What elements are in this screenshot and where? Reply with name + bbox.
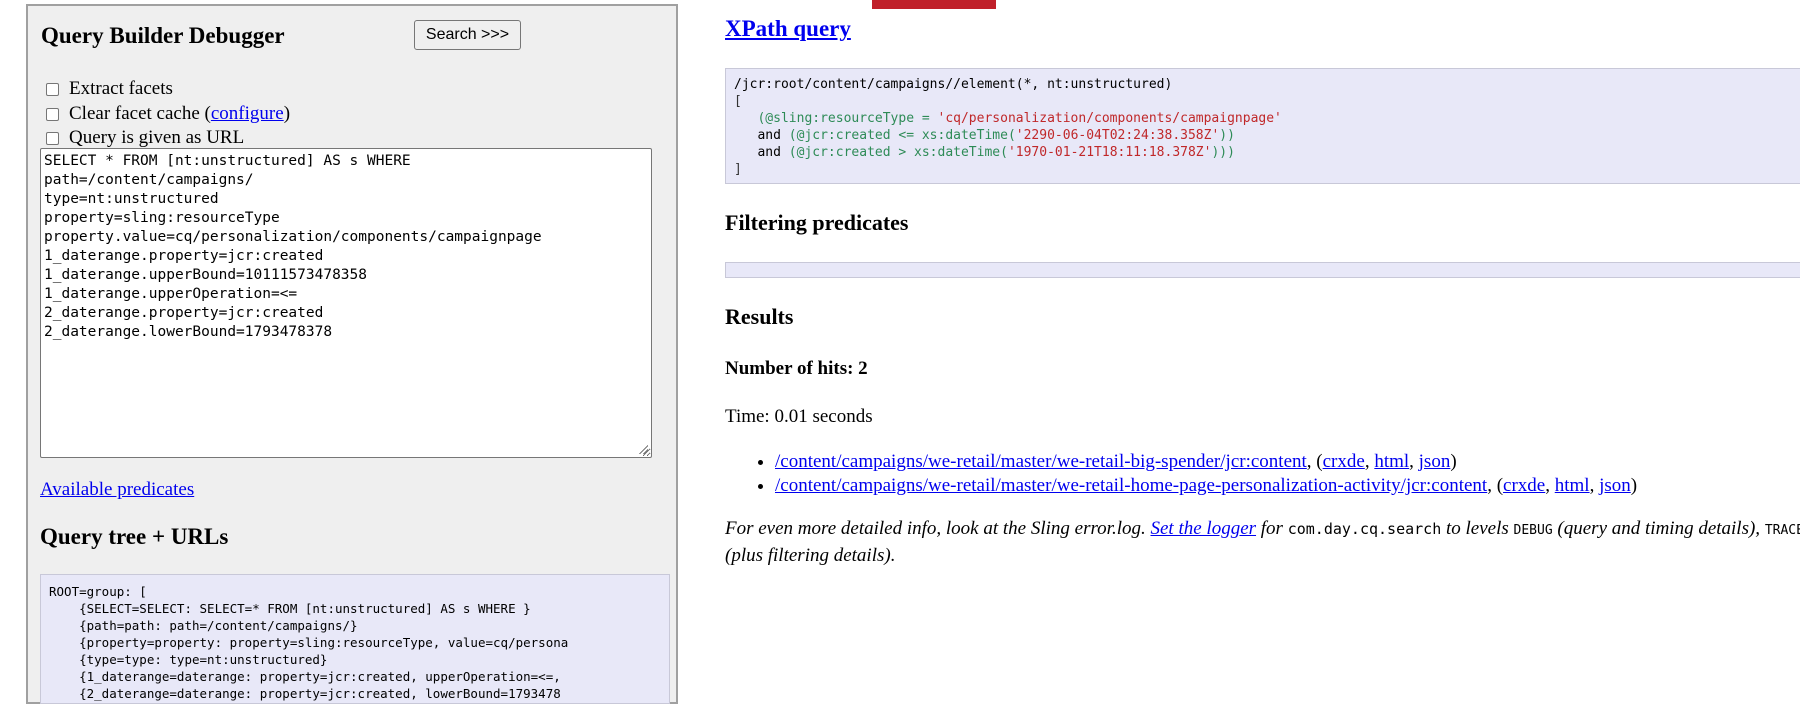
query-time: Time: 0.01 seconds bbox=[725, 406, 873, 427]
extract-facets-option: Extract facets bbox=[46, 78, 173, 100]
list-item: /content/campaigns/we-retail/master/we-r… bbox=[775, 450, 1637, 474]
trace-level: TRACE bbox=[1764, 523, 1800, 538]
query-line: path=/content/campaigns/ bbox=[44, 172, 254, 188]
query-line: 2_daterange.lowerBound=1793478378 bbox=[44, 324, 333, 340]
xpath-query-link[interactable]: XPath query bbox=[725, 16, 851, 42]
query-line: 2_daterange.property=jcr:created bbox=[44, 305, 324, 321]
query-as-url-label: Query is given as URL bbox=[69, 127, 245, 148]
filtering-predicates-heading: Filtering predicates bbox=[725, 210, 909, 235]
query-line: 1_daterange.upperOperation=<= bbox=[44, 286, 298, 302]
xpath-line: ] bbox=[734, 162, 742, 177]
xpath-line: and (@jcr:created <= xs:dateTime('2290-0… bbox=[757, 128, 1235, 143]
query-as-url-option: Query is given as URL bbox=[46, 127, 244, 149]
results-heading: Results bbox=[725, 304, 794, 329]
query-line: property.value=cq/personalization/compon… bbox=[44, 229, 542, 245]
tree-line: {property=property: property=sling:resou… bbox=[49, 635, 569, 650]
tree-line: {2_daterange=daterange: property=jcr:cre… bbox=[49, 686, 561, 701]
hit-count: Number of hits: 2 bbox=[725, 358, 868, 379]
crxde-link[interactable]: crxde bbox=[1323, 451, 1365, 472]
clear-cache-checkbox[interactable] bbox=[46, 107, 59, 121]
resize-grip-icon[interactable] bbox=[638, 444, 648, 454]
panel-title: Query Builder Debugger bbox=[41, 23, 285, 48]
extract-facets-checkbox[interactable] bbox=[46, 82, 59, 96]
html-link[interactable]: html bbox=[1555, 475, 1590, 496]
crxde-link[interactable]: crxde bbox=[1503, 475, 1545, 496]
logging-note: For even more detailed info, look at the… bbox=[725, 516, 1800, 568]
query-line: property=sling:resourceType bbox=[44, 210, 280, 226]
query-tree-box: ROOT=group: [ {SELECT=SELECT: SELECT=* F… bbox=[40, 574, 670, 704]
tree-line: {path=path: path=/content/campaigns/} bbox=[49, 618, 358, 633]
query-line: 1_daterange.property=jcr:created bbox=[44, 248, 324, 264]
clear-cache-label: Clear facet cache (configure) bbox=[69, 103, 291, 124]
query-line: 1_daterange.upperBound=10111573478358 bbox=[44, 267, 368, 283]
result-path-link[interactable]: /content/campaigns/we-retail/master/we-r… bbox=[775, 475, 1487, 496]
json-link[interactable]: json bbox=[1599, 475, 1631, 496]
query-builder-panel: Query Builder Debugger Search >>> Extrac… bbox=[26, 4, 678, 704]
xpath-code-box: /jcr:root/content/campaigns//element(*, … bbox=[725, 68, 1800, 184]
query-tree-heading: Query tree + URLs bbox=[40, 524, 229, 549]
query-as-url-checkbox[interactable] bbox=[46, 131, 59, 145]
result-path-link[interactable]: /content/campaigns/we-retail/master/we-r… bbox=[775, 451, 1307, 472]
xpath-line: and (@jcr:created > xs:dateTime('1970-01… bbox=[757, 145, 1235, 160]
query-line: SELECT * FROM [nt:unstructured] AS s WHE… bbox=[44, 153, 411, 169]
query-line: type=nt:unstructured bbox=[44, 191, 219, 207]
search-button[interactable]: Search >>> bbox=[414, 20, 521, 50]
xpath-line: (@sling:resourceType = 'cq/personalizati… bbox=[757, 111, 1282, 126]
extract-facets-label: Extract facets bbox=[69, 78, 173, 99]
json-link[interactable]: json bbox=[1419, 451, 1451, 472]
query-textarea[interactable]: SELECT * FROM [nt:unstructured] AS s WHE… bbox=[40, 148, 652, 458]
html-link[interactable]: html bbox=[1374, 451, 1409, 472]
xpath-line: /jcr:root/content/campaigns//element(*, … bbox=[734, 77, 1173, 92]
results-area: XPath query /jcr:root/content/campaigns/… bbox=[725, 0, 1800, 690]
tree-line: {SELECT=SELECT: SELECT=* FROM [nt:unstru… bbox=[49, 601, 531, 616]
tree-line: ROOT=group: [ bbox=[49, 584, 147, 599]
configure-link[interactable]: configure bbox=[211, 103, 284, 124]
tree-line: {1_daterange=daterange: property=jcr:cre… bbox=[49, 669, 561, 684]
tree-line: {type=type: type=nt:unstructured} bbox=[49, 652, 328, 667]
results-list: /content/campaigns/we-retail/master/we-r… bbox=[725, 450, 1637, 498]
list-item: /content/campaigns/we-retail/master/we-r… bbox=[775, 474, 1637, 498]
xpath-line: [ bbox=[734, 94, 742, 109]
available-predicates-link[interactable]: Available predicates bbox=[40, 479, 194, 501]
filtering-predicates-box bbox=[725, 262, 1800, 278]
clear-cache-option: Clear facet cache (configure) bbox=[46, 103, 290, 125]
set-logger-link[interactable]: Set the logger bbox=[1151, 518, 1257, 539]
package-name: com.day.cq.search bbox=[1287, 520, 1442, 538]
debug-level: DEBUG bbox=[1513, 523, 1553, 538]
